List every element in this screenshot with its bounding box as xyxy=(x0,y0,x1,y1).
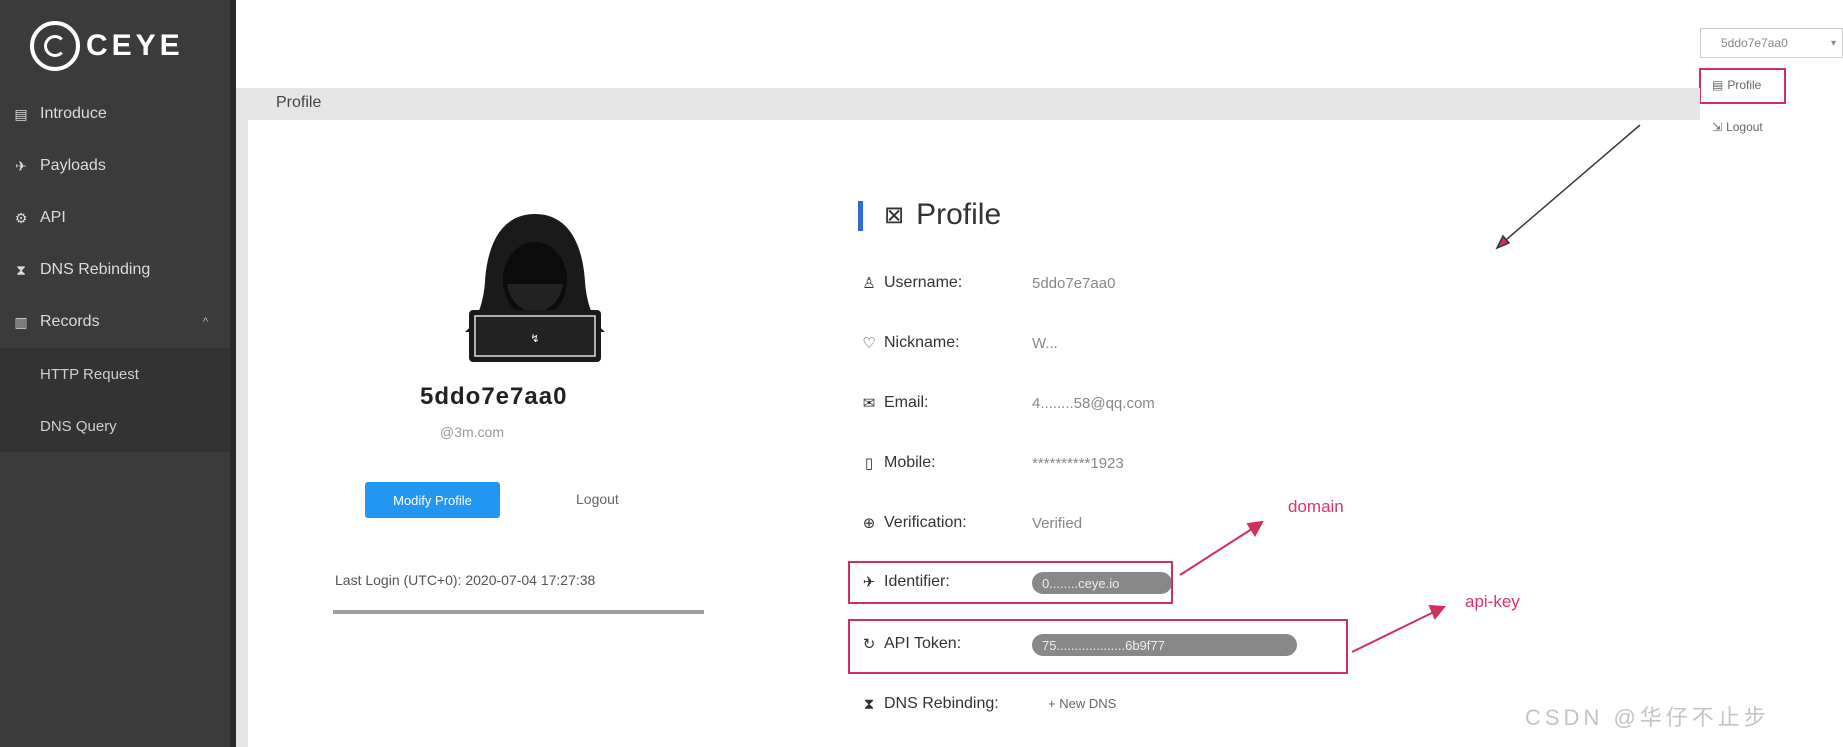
field-mobile: ▯ Mobile: xyxy=(860,451,1054,475)
logout-icon: ⇲ xyxy=(1712,120,1723,134)
user-dropdown-label: 5ddo7e7aa0 xyxy=(1721,36,1788,50)
sidebar-item-payloads[interactable]: ✈ Payloads xyxy=(0,140,230,192)
sidebar-item-records[interactable]: ▥ Records ^ xyxy=(0,296,230,348)
verification-value: Verified xyxy=(1032,515,1083,532)
records-icon: ▥ xyxy=(14,313,28,330)
ceye-logo[interactable]: CEYE xyxy=(30,18,184,74)
logo-text: CEYE xyxy=(86,29,184,62)
breadcrumb-item: Profile xyxy=(276,94,322,111)
logo-icon xyxy=(30,21,80,71)
logout-button[interactable]: Logout xyxy=(570,490,625,508)
sidebar-item-label: DNS Query xyxy=(40,417,117,435)
profile-email: @3m.com xyxy=(440,424,504,440)
field-label: DNS Rebinding: xyxy=(884,695,999,712)
sidebar-item-label: Introduce xyxy=(40,105,107,122)
field-nickname: ♡ Nickname: xyxy=(860,331,1054,355)
sidebar-item-label: DNS Rebinding xyxy=(40,261,151,278)
document-icon: ▤ xyxy=(14,105,28,122)
highlight-box-identifier xyxy=(848,561,1173,604)
profile-name: 5ddo7e7aa0 xyxy=(420,383,568,410)
watermark: CSDN @华仔不止步 xyxy=(1525,705,1770,730)
profile-card-icon: ⊠ xyxy=(884,201,905,229)
avatar: ↯ xyxy=(465,214,605,362)
top-bar xyxy=(236,0,1843,88)
field-dns-rebinding: ⧗ DNS Rebinding: xyxy=(860,692,1054,716)
highlight-box-api-token xyxy=(848,619,1348,674)
lock-icon: ⊕ xyxy=(862,515,876,532)
user-icon: ♙ xyxy=(862,275,876,292)
hourglass-icon: ⧗ xyxy=(16,261,26,278)
mobile-icon: ▯ xyxy=(864,455,874,472)
rocket-icon: ✈ xyxy=(15,157,27,174)
page-title: ⊠ Profile xyxy=(884,198,1001,232)
mail-icon: ✉ xyxy=(862,395,876,412)
title-accent-bar xyxy=(858,201,863,231)
field-label: Verification: xyxy=(884,514,967,531)
sidebar-item-label: API xyxy=(40,209,66,226)
nickname-value: W... xyxy=(1032,335,1058,352)
svg-text:↯: ↯ xyxy=(530,332,539,345)
sidebar-item-dns-rebinding[interactable]: ⧗ DNS Rebinding xyxy=(0,244,230,296)
sidebar-nav: ▤ Introduce ✈ Payloads ⚙ API ⧗ DNS Rebin… xyxy=(0,88,230,452)
hourglass-icon: ⧗ xyxy=(863,695,875,713)
api-icon: ⚙ xyxy=(14,209,28,226)
email-value: 4........58@qq.com xyxy=(1032,395,1155,412)
sidebar-item-http-request[interactable]: HTTP Request xyxy=(0,348,230,400)
field-label: Email: xyxy=(884,394,929,411)
sidebar: CEYE ▤ Introduce ✈ Payloads ⚙ API ⧗ DNS … xyxy=(0,0,230,747)
sidebar-item-dns-query[interactable]: DNS Query xyxy=(0,400,230,452)
field-verification: ⊕ Verification: xyxy=(860,511,1054,535)
annotation-domain: domain xyxy=(1288,497,1344,516)
mobile-value: **********1923 xyxy=(1032,455,1124,472)
sidebar-item-label: Payloads xyxy=(40,157,106,174)
sidebar-item-api[interactable]: ⚙ API xyxy=(0,192,230,244)
username-value: 5ddo7e7aa0 xyxy=(1032,275,1116,292)
breadcrumb: Profile xyxy=(236,88,1700,120)
modify-profile-button[interactable]: Modify Profile xyxy=(365,482,500,518)
divider xyxy=(333,610,704,614)
sidebar-item-label: HTTP Request xyxy=(40,365,139,383)
new-dns-link[interactable]: + New DNS xyxy=(1048,696,1116,711)
annotation-api-key: api-key xyxy=(1465,592,1520,611)
menu-item-logout[interactable]: ⇲ Logout xyxy=(1712,120,1763,134)
user-dropdown[interactable]: 5ddo7e7aa0 ▾ xyxy=(1700,28,1843,58)
field-username: ♙ Username: xyxy=(860,271,1054,295)
chevron-up-icon: ^ xyxy=(202,316,208,328)
sidebar-item-introduce[interactable]: ▤ Introduce xyxy=(0,88,230,140)
highlight-box-profile-menu xyxy=(1699,68,1786,104)
chevron-down-icon: ▾ xyxy=(1830,37,1836,49)
last-login-text: Last Login (UTC+0): 2020-07-04 17:27:38 xyxy=(335,572,596,588)
field-label: Username: xyxy=(884,274,963,291)
heart-icon: ♡ xyxy=(862,335,876,352)
sidebar-item-label: Records xyxy=(40,313,100,330)
field-label: Mobile: xyxy=(884,454,936,471)
field-label: Nickname: xyxy=(884,334,960,351)
page-title-text: Profile xyxy=(916,198,1002,231)
content-gutter xyxy=(236,120,248,747)
field-email: ✉ Email: xyxy=(860,391,1054,415)
menu-item-label: Logout xyxy=(1726,120,1763,134)
records-submenu: HTTP Request DNS Query xyxy=(0,348,230,452)
